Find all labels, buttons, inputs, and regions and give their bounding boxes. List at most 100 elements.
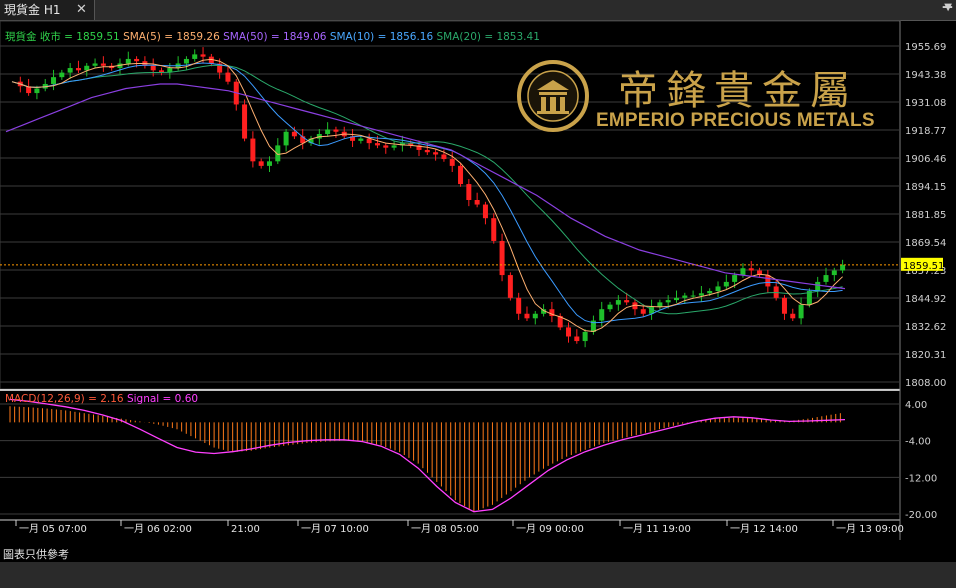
logo-emblem-base: [537, 111, 569, 114]
time-label: 一月 08 05:00: [411, 523, 479, 535]
price-tick-label: 1844.92: [905, 294, 946, 305]
price-legend: 現貨金 收市 = 1859.51 SMA(5) = 1859.26 SMA(50…: [5, 29, 540, 44]
candle-body: [840, 264, 846, 271]
candle-body: [707, 290, 713, 294]
price-tick-label: 1820.31: [905, 350, 946, 361]
macd-tick-label: 4.00: [905, 400, 927, 411]
candle-body: [673, 297, 679, 301]
candle-body: [599, 309, 605, 321]
price-tick-label: 1931.08: [905, 98, 946, 109]
candle-body: [815, 281, 821, 291]
logo-emblem-pillar: [541, 97, 546, 111]
candle-body: [532, 313, 538, 319]
time-label: 一月 06 02:00: [124, 523, 192, 535]
macd-tick-label: -4.00: [905, 437, 931, 448]
candle-body: [84, 65, 90, 71]
candle-body: [624, 300, 630, 303]
candle-body: [67, 68, 73, 73]
candle-body: [524, 313, 530, 319]
legend-signal: Signal = 0.60: [126, 393, 199, 405]
candle-body: [291, 131, 297, 137]
candle-body: [266, 161, 272, 166]
candle-body: [790, 313, 796, 319]
candle-body: [823, 275, 829, 282]
macd-tick-label: -20.00: [905, 510, 937, 521]
candle-body: [723, 281, 729, 287]
candle-body: [183, 58, 189, 64]
price-tick-label: 1955.69: [905, 42, 946, 53]
candle-body: [715, 286, 721, 291]
time-label: 一月 11 19:00: [623, 523, 691, 535]
candle-body: [225, 72, 231, 82]
price-tick-label: 1808.00: [905, 378, 946, 389]
candle-body: [607, 304, 613, 310]
candle-body: [75, 68, 81, 71]
candle-body: [433, 152, 439, 155]
candle-body: [283, 131, 289, 146]
chart-scrollbar[interactable]: [0, 562, 956, 588]
candle-body: [640, 309, 646, 314]
price-tick-label: 1894.15: [905, 182, 946, 193]
macd-legend: MACD(12,26,9) = 2.16 Signal = 0.60: [5, 393, 198, 405]
legend-sma50: SMA(50) = 1849.06: [223, 31, 327, 43]
candle-body: [391, 145, 397, 148]
legend-macd: MACD(12,26,9) = 2.16: [5, 393, 124, 405]
candle-body: [507, 275, 513, 298]
macd-tick-label: -12.00: [905, 473, 937, 484]
candle-body: [615, 300, 621, 305]
candle-body: [698, 293, 704, 296]
candle-body: [657, 302, 663, 307]
candle-body: [574, 336, 580, 342]
candle-body: [474, 199, 480, 205]
candle-body: [242, 104, 248, 139]
candle-body: [366, 138, 372, 144]
candle-body: [150, 65, 156, 71]
candle-body: [250, 138, 256, 162]
candle-body: [466, 184, 472, 200]
price-tick-label: 1918.77: [905, 126, 946, 137]
candle-body: [491, 218, 497, 241]
candle-body: [499, 240, 505, 276]
candle-body: [665, 300, 671, 303]
candle-body: [831, 270, 837, 276]
disclaimer: 圖表只供參考: [3, 548, 69, 561]
candle-body: [690, 295, 696, 297]
legend-price: 現貨金 收市 = 1859.51: [5, 31, 120, 43]
candle-body: [333, 129, 339, 132]
candle-body: [516, 297, 522, 314]
candle-body: [374, 143, 380, 146]
candle-body: [781, 297, 787, 314]
candle-body: [582, 331, 588, 342]
logo-chinese: 帝鋒貴金屬: [618, 68, 858, 114]
candle-body: [258, 161, 264, 166]
time-label: 一月 13 09:00: [836, 523, 904, 535]
price-tick-label: 1832.62: [905, 322, 946, 333]
candle-body: [192, 54, 198, 59]
candle-body: [458, 165, 464, 185]
candle-body: [566, 327, 572, 337]
candle-body: [740, 268, 746, 276]
candle-body: [51, 77, 57, 84]
candle-body: [424, 149, 430, 153]
candle-body: [482, 204, 488, 219]
candle-body: [732, 275, 738, 282]
candle-body: [682, 295, 688, 298]
time-label: 一月 05 07:00: [19, 523, 87, 535]
time-label: 21:00: [231, 524, 260, 535]
candle-body: [200, 54, 206, 57]
legend-sma20: SMA(20) = 1853.41: [436, 31, 540, 43]
price-tick-label: 1906.46: [905, 154, 946, 165]
time-label: 一月 12 14:00: [730, 523, 798, 535]
candle-body: [748, 268, 754, 271]
candle-body: [134, 58, 140, 62]
candle-body: [358, 138, 364, 141]
current-price-label: 1859.51: [903, 261, 944, 272]
price-tick-label: 1869.54: [905, 238, 946, 249]
candle-body: [325, 129, 331, 135]
logo-english: EMPERIO PRECIOUS METALS: [596, 110, 875, 131]
logo-emblem-pillar: [550, 97, 556, 111]
price-tick-label: 1881.85: [905, 210, 946, 221]
legend-sma10: SMA(10) = 1856.16: [329, 31, 434, 43]
candle-body: [125, 58, 131, 64]
candle-body: [383, 145, 389, 148]
